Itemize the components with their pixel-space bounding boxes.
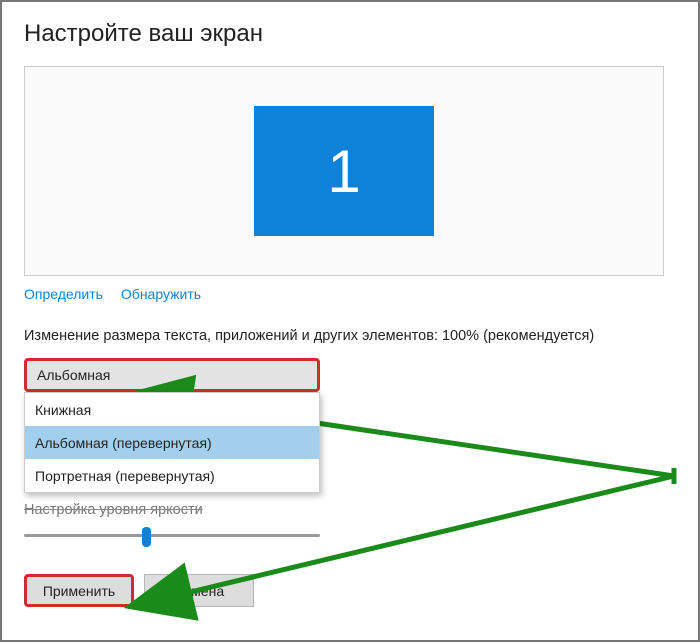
brightness-label: Настройка уровня яркости — [24, 502, 676, 518]
detect-link[interactable]: Обнаружить — [121, 286, 201, 302]
identify-link[interactable]: Определить — [24, 286, 103, 302]
orientation-selected[interactable]: Альбомная — [24, 358, 320, 392]
apply-button[interactable]: Применить — [24, 574, 134, 607]
scale-label: Изменение размера текста, приложений и д… — [24, 328, 676, 344]
orientation-selected-text: Альбомная — [37, 367, 110, 383]
orientation-option[interactable]: Портретная (перевернутая) — [25, 459, 319, 492]
orientation-option[interactable]: Альбомная (перевернутая) — [25, 426, 319, 459]
page-title: Настройте ваш экран — [24, 20, 676, 48]
slider-track — [24, 534, 320, 537]
monitor-thumbnail[interactable]: 1 — [254, 106, 434, 236]
button-row: Применить Отмена — [24, 574, 676, 607]
orientation-option[interactable]: Книжная — [25, 393, 319, 426]
slider-thumb[interactable] — [142, 527, 151, 547]
monitor-preview-area: 1 — [24, 66, 664, 276]
orientation-list: Книжная Альбомная (перевернутая) Портрет… — [24, 392, 320, 493]
brightness-slider[interactable] — [24, 524, 320, 548]
orientation-dropdown[interactable]: Альбомная Книжная Альбомная (перевернута… — [24, 358, 320, 392]
monitor-number: 1 — [327, 137, 360, 206]
cancel-button[interactable]: Отмена — [144, 574, 254, 607]
monitor-links: Определить Обнаружить — [24, 286, 676, 302]
display-settings-window: Настройте ваш экран 1 Определить Обнаруж… — [0, 0, 700, 642]
